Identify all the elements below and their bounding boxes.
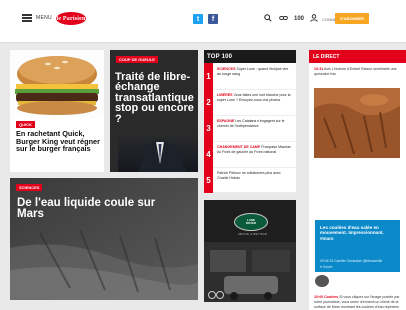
top100-item[interactable]: 2 Libérés Vous faites une nuit blanche p…: [204, 89, 296, 116]
facebook-icon[interactable]: f: [208, 14, 218, 24]
article-card-burger[interactable]: QUICK En rachetant Quick, Burger King ve…: [10, 50, 104, 172]
author-avatar: [315, 275, 329, 287]
headline-tafta[interactable]: Traité de libre-échange transatlantique …: [115, 71, 197, 124]
rank-number: 2: [204, 89, 213, 115]
menu-button[interactable]: MENU: [22, 14, 52, 22]
top100-panel: TOP 100 1 Sciences Super Lune : quand l'…: [204, 50, 296, 194]
land-rover-logo: LAND ROVER: [234, 213, 268, 231]
hamburger-icon: [22, 14, 32, 22]
pause-icon[interactable]: [216, 291, 224, 299]
top100-item[interactable]: 4 Changement de camp Françoise Mauriac d…: [204, 141, 296, 168]
embedded-tweet[interactable]: Les coulées d'eau salée en mouvement. Im…: [315, 220, 400, 272]
advertisement[interactable]: LAND ROVER ABOVE & BEYOND: [204, 200, 296, 302]
tweet-follow[interactable]: ♥ Suivre: [320, 265, 333, 269]
top100-item[interactable]: 5 Patrick Pelloux ne collaborera plus av…: [204, 167, 296, 194]
item-category: Libérés: [217, 93, 233, 97]
politician-image: [118, 134, 198, 172]
search-icon[interactable]: [264, 14, 272, 24]
item-category: Espagne: [217, 119, 235, 123]
rank-number: 5: [204, 167, 213, 193]
top100-count[interactable]: 100: [294, 16, 304, 22]
entry-time: 10:00: [314, 295, 324, 299]
page: MENU le Parisien t f 100 CONNEXION S'ABO…: [0, 0, 406, 310]
top100-item[interactable]: 1 Sciences Super Lune : quand l'éclipse …: [204, 63, 296, 90]
ad-brand-line2: ROVER: [246, 221, 256, 225]
tag-sciences[interactable]: SCIENCES: [16, 184, 43, 191]
site-logo[interactable]: le Parisien: [56, 12, 86, 25]
top100-title: TOP 100: [204, 50, 296, 63]
ad-tagline: ABOVE & BEYOND: [238, 232, 268, 236]
mars-photo: [314, 88, 400, 158]
item-category: Sciences: [217, 67, 236, 71]
live-entry[interactable]: 10:00 Coulées Si vous cliquez sur l'imag…: [314, 295, 402, 310]
entry-text: Avis L'histoire d'Enfant Raison semblabl…: [314, 67, 397, 76]
rank-number: 4: [204, 141, 213, 167]
subscribe-button[interactable]: S'ABONNER: [335, 13, 369, 24]
item-category: Changement de camp: [217, 145, 261, 149]
tag-quick[interactable]: QUICK: [16, 121, 35, 128]
tweet-text: Les coulées d'eau salée en mouvement. Im…: [320, 225, 384, 241]
live-entry[interactable]: 10:31 Avis L'histoire d'Enfant Raison se…: [314, 67, 402, 77]
live-title: LE DIRECT: [309, 50, 406, 63]
tag-coup-de-gueule[interactable]: COUP DE GUEULE: [116, 56, 158, 63]
article-card-mars[interactable]: SCIENCES De l'eau liquide coule sur Mars: [10, 178, 198, 300]
headline-burger[interactable]: En rachetant Quick, Burger King veut rég…: [16, 130, 102, 153]
rank-number: 3: [204, 115, 213, 141]
link-icon[interactable]: [279, 14, 288, 24]
menu-label: MENU: [36, 14, 52, 21]
headline-mars[interactable]: De l'eau liquide coule sur Mars: [17, 197, 177, 220]
entry-time: 10:31: [314, 67, 324, 71]
top100-item[interactable]: 3 Espagne Les Catalans s'engagent sur le…: [204, 115, 296, 142]
play-icon[interactable]: [208, 291, 216, 299]
article-card-tafta[interactable]: COUP DE GUEULE Traité de libre-échange t…: [110, 50, 198, 172]
twitter-icon[interactable]: t: [193, 14, 203, 24]
tweet-author: 09:06 25 Camille Gévaudan @libecamille: [320, 259, 383, 263]
rank-number: 1: [204, 63, 213, 89]
entry-category: Coulées: [324, 295, 339, 299]
user-icon[interactable]: [310, 14, 318, 24]
item-text: Patrick Pelloux ne collaborera plus avec…: [217, 171, 281, 180]
live-panel: LE DIRECT 10:31 Avis L'histoire d'Enfant…: [309, 50, 406, 310]
burger-image: [10, 50, 104, 118]
site-header: MENU le Parisien t f 100 CONNEXION S'ABO…: [0, 0, 406, 43]
logo-text: le Parisien: [56, 15, 86, 22]
